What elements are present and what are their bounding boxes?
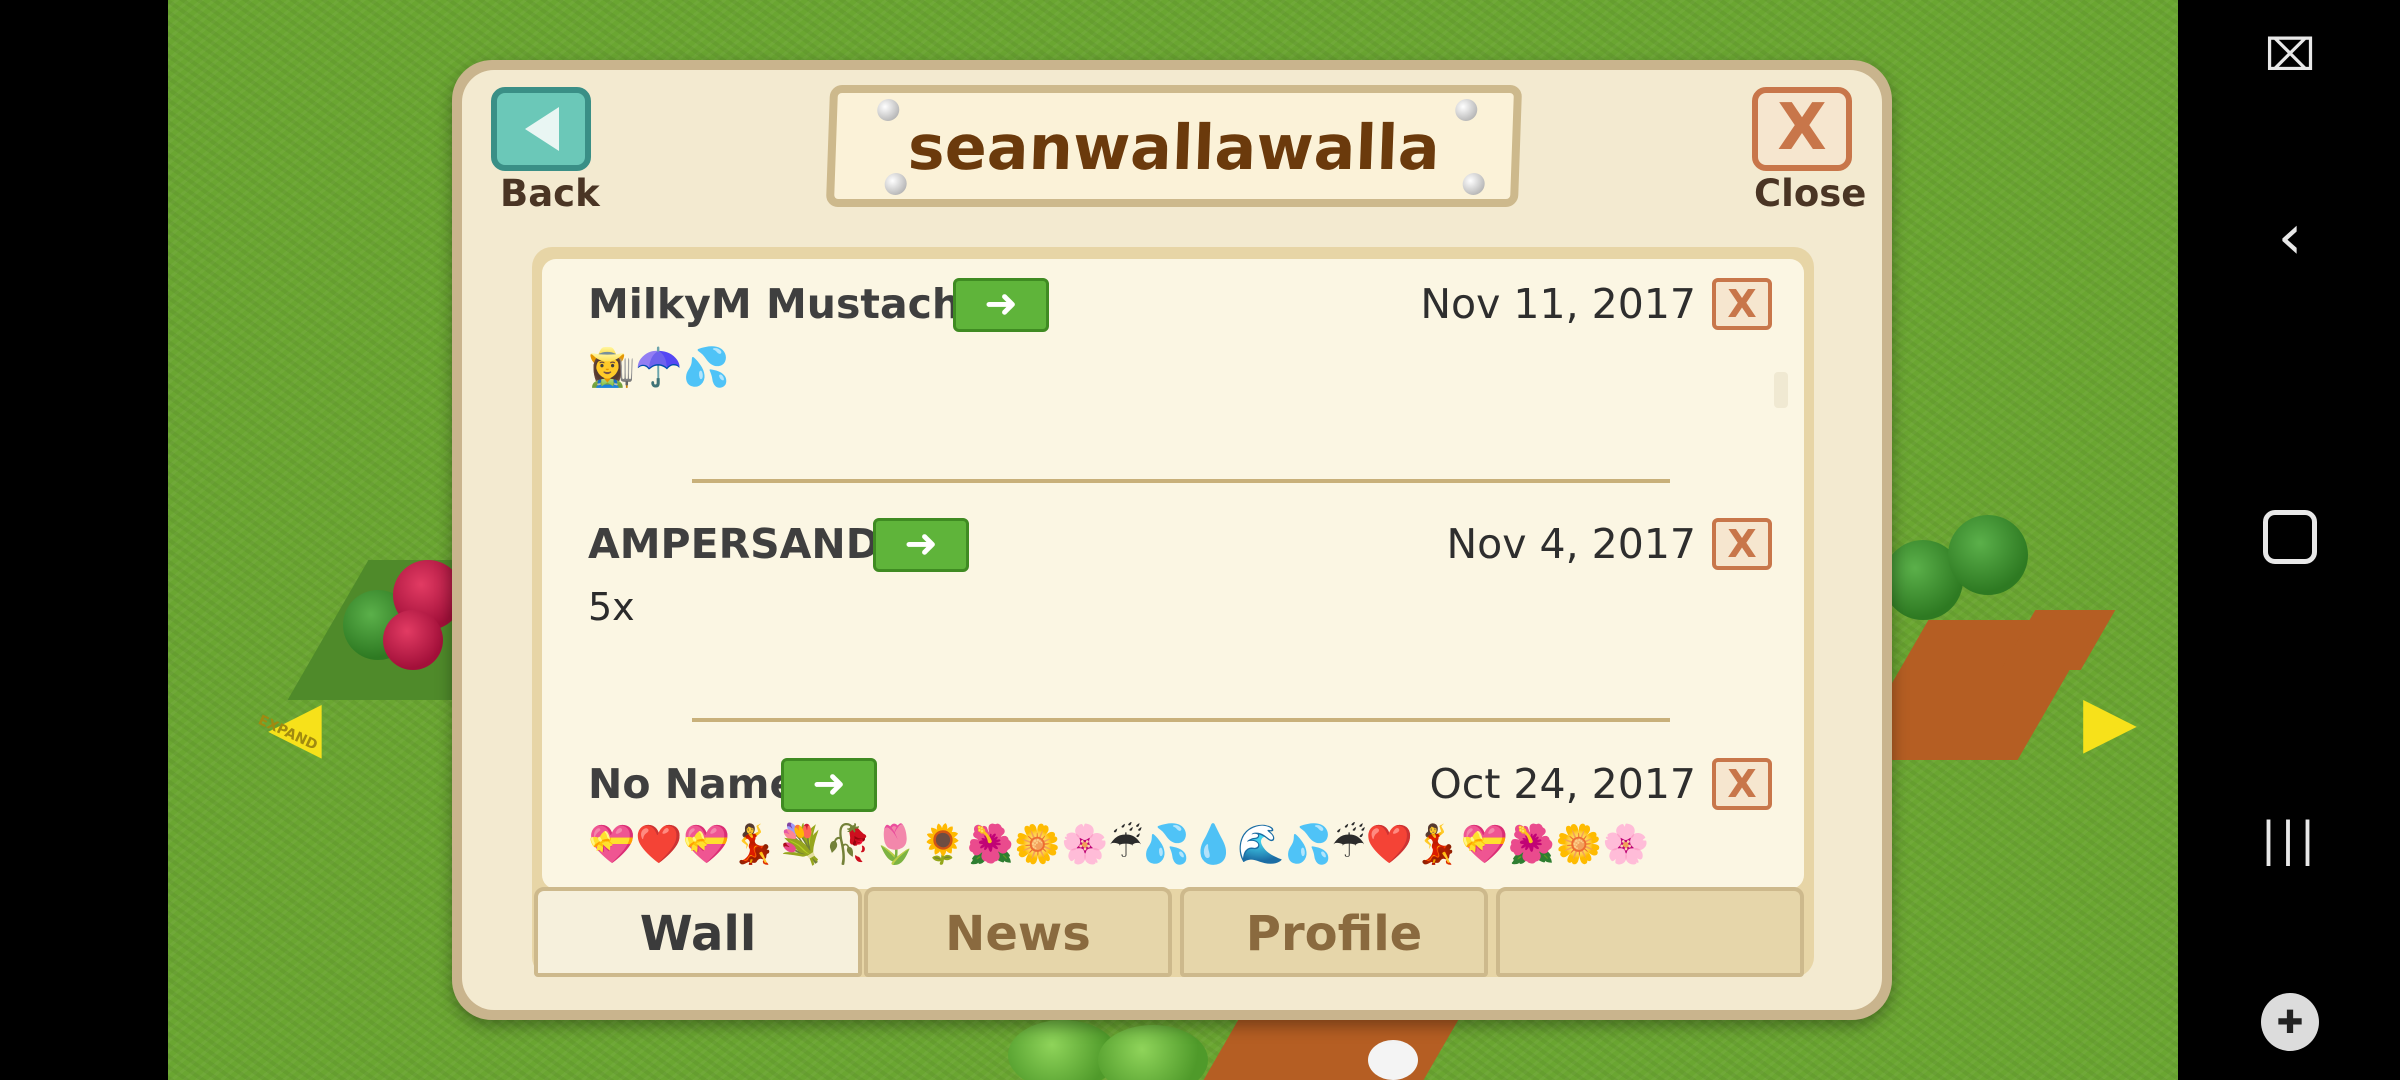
x-icon: X — [1727, 522, 1757, 566]
left-letterbox — [0, 0, 168, 1080]
home-icon[interactable] — [2263, 510, 2317, 564]
arrow-right-icon: ➜ — [984, 281, 1018, 327]
tab-empty[interactable] — [1496, 887, 1804, 977]
bush — [1098, 1025, 1208, 1080]
delete-post-button[interactable]: X — [1712, 518, 1772, 570]
title-sign: seanwallawalla — [825, 85, 1523, 207]
arrow-right-icon: ➜ — [812, 761, 846, 807]
post-message: 👩‍🌾☂️💦 — [588, 345, 730, 389]
screen-touch-icon[interactable]: ⌧ — [2265, 30, 2316, 81]
green-tree — [1948, 515, 2028, 595]
post-date: Nov 4, 2017 — [1446, 520, 1696, 568]
tab-wall[interactable]: Wall — [534, 887, 862, 977]
post-divider — [692, 718, 1670, 722]
x-icon: X — [1727, 762, 1757, 806]
visit-farm-button[interactable]: ➜ — [781, 758, 877, 812]
visit-farm-button[interactable]: ➜ — [953, 278, 1049, 332]
post-message: 5x — [588, 585, 635, 629]
scrollbar-thumb[interactable] — [1774, 372, 1788, 408]
post-message: 💝❤️💝💃💐🥀🌷🌻🌺🌼🌸☔💦💧🌊💦☔❤️💃💝🌺🌼🌸 — [588, 822, 1650, 866]
x-icon: X — [1727, 282, 1757, 326]
page-title: seanwallawalla — [906, 111, 1442, 184]
sheep — [1368, 1040, 1418, 1080]
expand-arrow-right[interactable]: ▶ — [2083, 680, 2137, 762]
arrow-right-icon: ➜ — [904, 521, 938, 567]
post-author: AMPERSAND — [588, 520, 880, 568]
close-label: Close — [1754, 172, 1867, 215]
back-label: Back — [500, 172, 600, 215]
visit-farm-button[interactable]: ➜ — [873, 518, 969, 572]
delete-post-button[interactable]: X — [1712, 758, 1772, 810]
animal-pen — [1197, 1020, 1459, 1080]
tab-news[interactable]: News — [864, 887, 1172, 977]
delete-post-button[interactable]: X — [1712, 278, 1772, 330]
back-button[interactable] — [491, 87, 591, 171]
back-chevron-icon[interactable]: ‹ — [2278, 200, 2303, 273]
pink-tree — [383, 610, 443, 670]
post-author: MilkyM Mustache — [588, 280, 989, 328]
tab-profile[interactable]: Profile — [1180, 887, 1488, 977]
recents-icon[interactable]: ||| — [2261, 812, 2320, 866]
tab-bar: Wall News Profile — [532, 887, 1814, 977]
back-arrow-icon — [525, 107, 559, 151]
crop-field — [2000, 610, 2116, 670]
post-date: Oct 24, 2017 — [1429, 760, 1697, 808]
game-controller-icon[interactable]: ✚ — [2261, 993, 2319, 1051]
close-icon: X — [1777, 91, 1827, 165]
post-date: Nov 11, 2017 — [1420, 280, 1696, 328]
post-divider — [692, 479, 1670, 483]
post-author: No Name — [588, 760, 798, 808]
close-button[interactable]: X — [1752, 87, 1852, 171]
